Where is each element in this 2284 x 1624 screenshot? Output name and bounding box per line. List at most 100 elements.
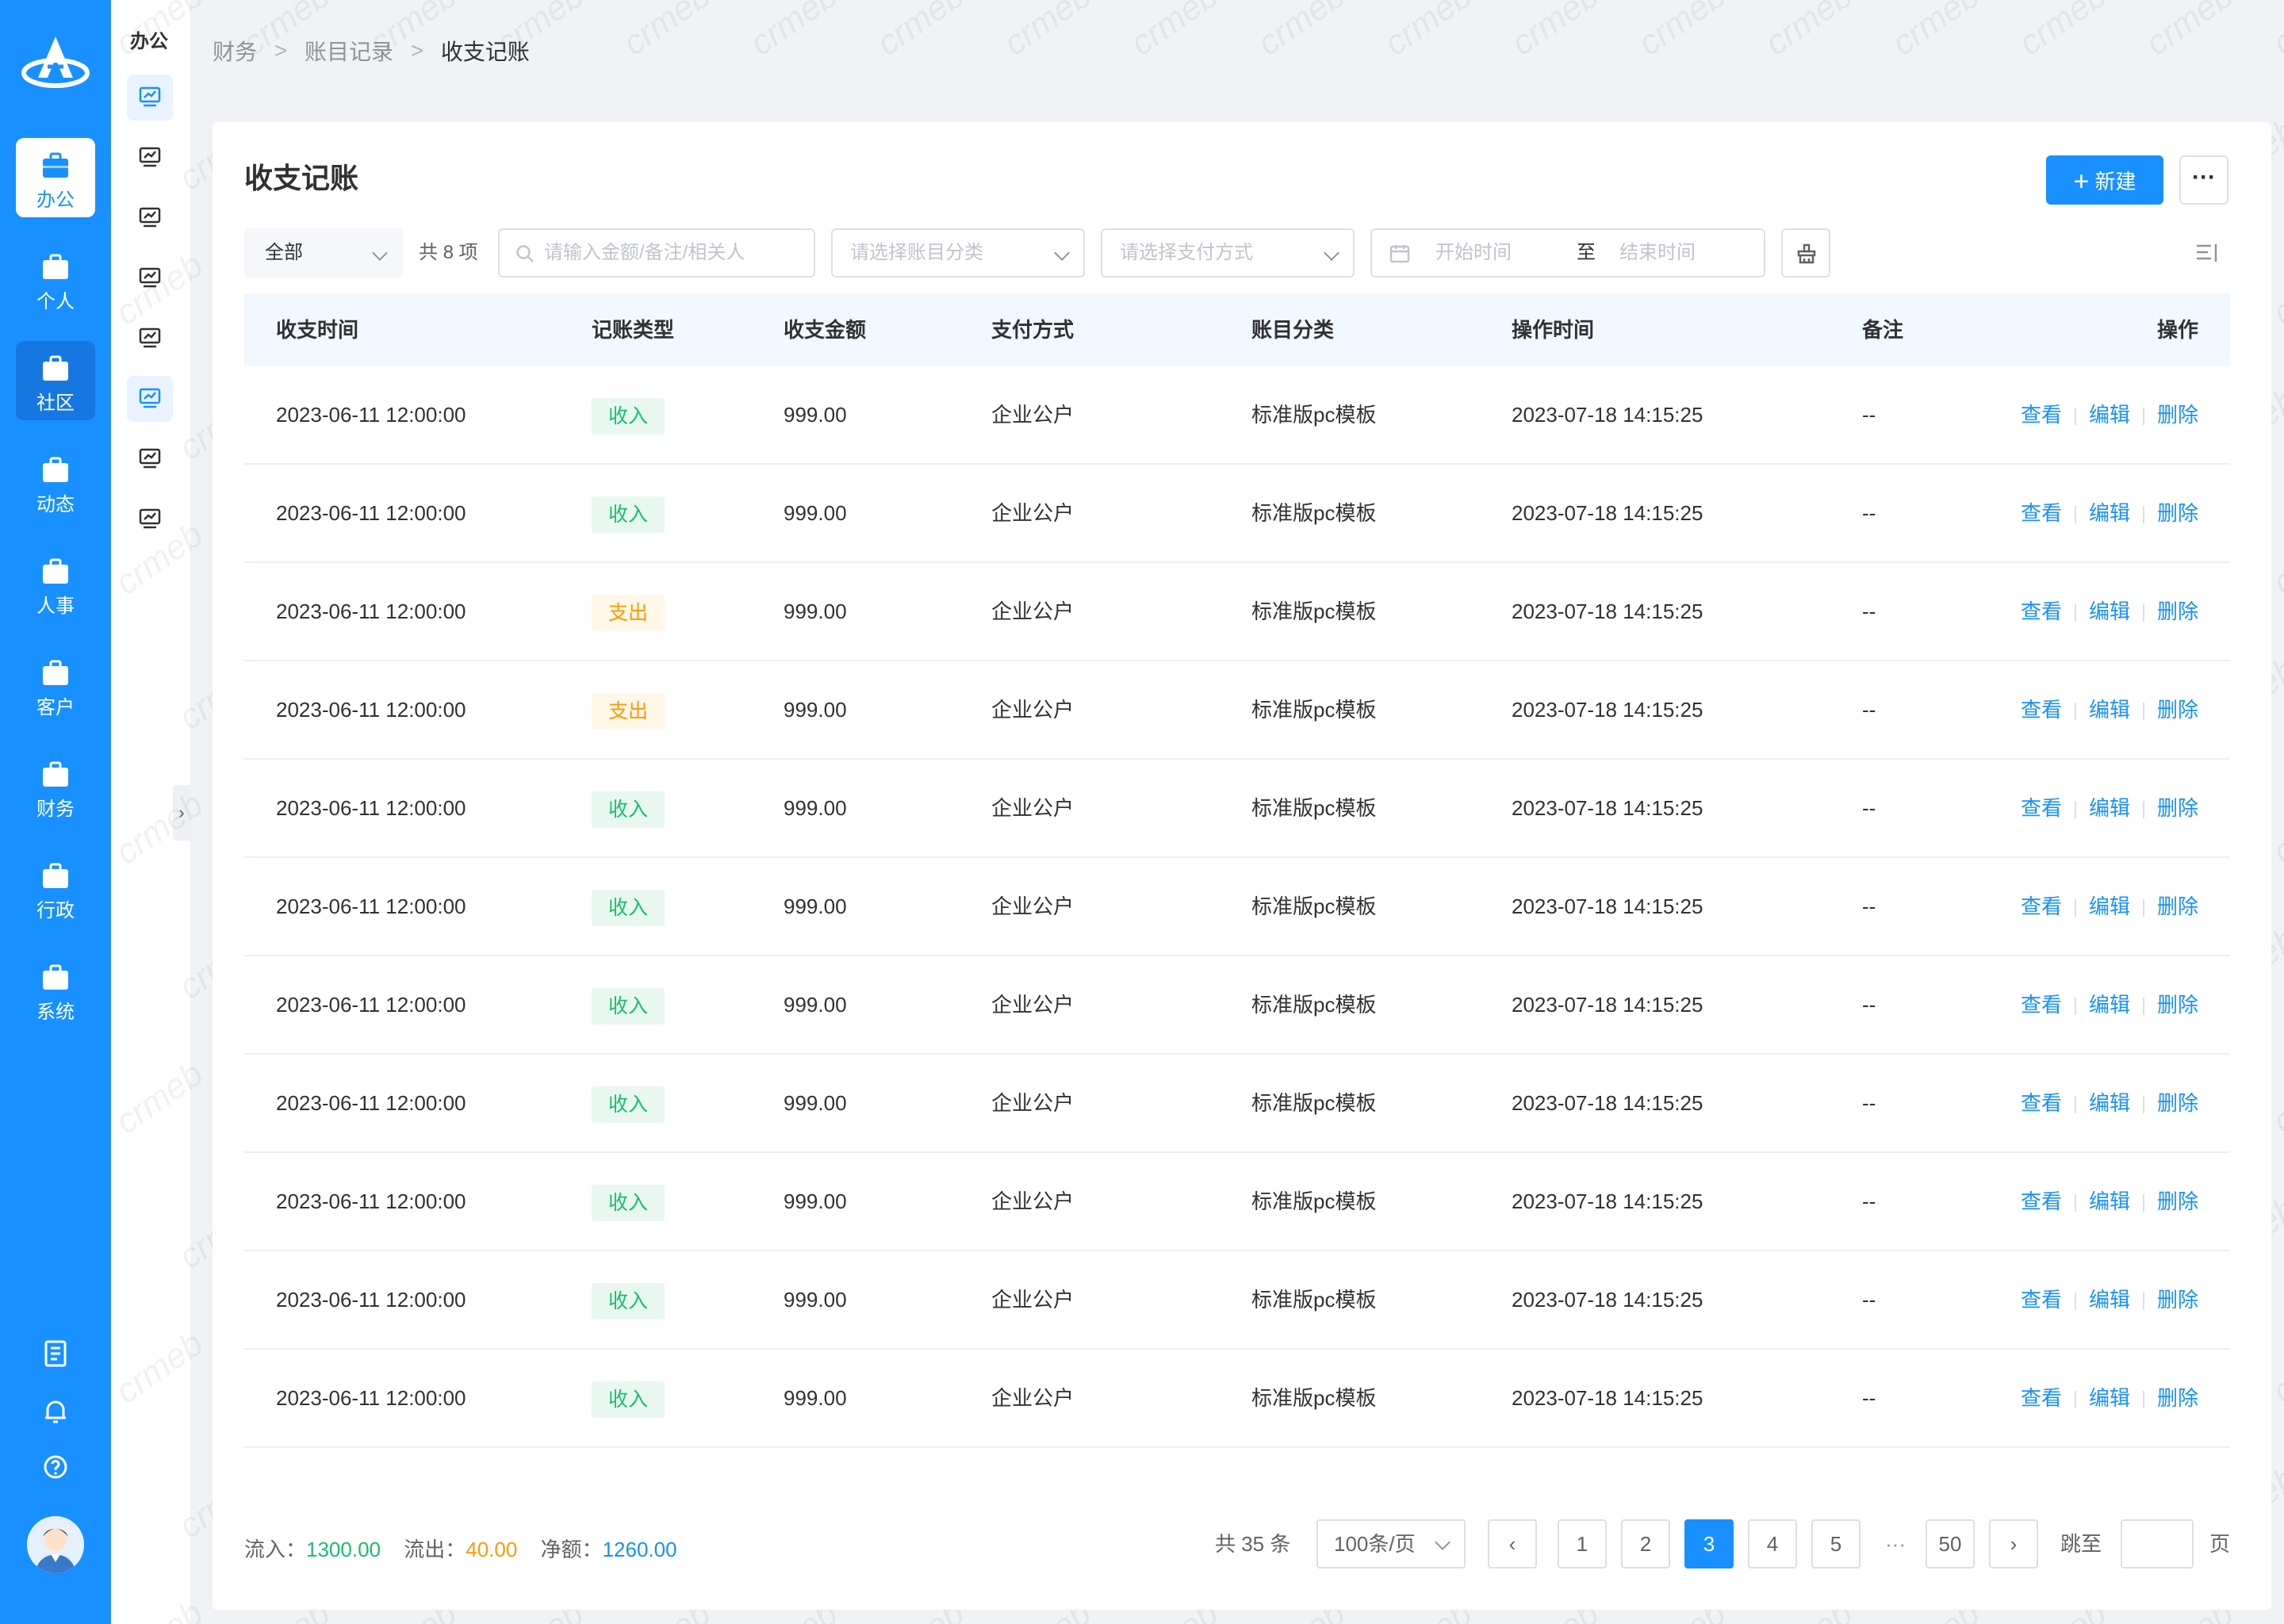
edit-link[interactable]: 编辑 [2089, 501, 2130, 525]
delete-link[interactable]: 删除 [2157, 698, 2198, 722]
next-page-button[interactable]: › [1989, 1519, 2038, 1568]
nav-item-4[interactable]: 人事 [16, 544, 95, 623]
delete-link[interactable]: 删除 [2157, 993, 2198, 1017]
table-row: 2023-06-11 12:00:00 支出 999.00 企业公户 标准版pc模板 20… [244, 661, 2230, 760]
row-actions: 查看 编辑 删除 [2021, 858, 2198, 955]
edit-link[interactable]: 编辑 [2089, 796, 2130, 820]
edit-link[interactable]: 编辑 [2089, 599, 2130, 623]
category-select[interactable]: 请选择账目分类 [831, 228, 1085, 278]
sub-menu-item[interactable] [127, 255, 173, 301]
header-op-time[interactable]: 操作时间 [1512, 293, 1594, 366]
view-link[interactable]: 查看 [2021, 796, 2062, 820]
payment-select[interactable]: 请选择支付方式 [1101, 228, 1355, 278]
page-number[interactable]: 1 [1558, 1519, 1607, 1568]
edit-link[interactable]: 编辑 [2089, 403, 2130, 427]
user-avatar[interactable] [27, 1516, 84, 1573]
edit-link[interactable]: 编辑 [2089, 1189, 2130, 1213]
nav-item-3[interactable]: 动态 [16, 442, 95, 522]
nav-item-8[interactable]: 系统 [16, 950, 95, 1029]
help-icon[interactable] [0, 1454, 111, 1484]
jump-page-input[interactable] [2121, 1519, 2194, 1568]
sub-menu-item[interactable] [127, 75, 173, 121]
delete-link[interactable]: 删除 [2157, 1386, 2198, 1410]
nav-item-7[interactable]: 行政 [16, 848, 95, 928]
view-link[interactable]: 查看 [2021, 599, 2062, 623]
sub-menu-item[interactable] [127, 316, 173, 362]
page-number[interactable]: 3 [1684, 1519, 1734, 1568]
view-link[interactable]: 查看 [2021, 1288, 2062, 1312]
prev-page-button[interactable]: ‹ [1488, 1519, 1537, 1568]
collapse-toggle[interactable]: › [173, 785, 190, 841]
view-link[interactable]: 查看 [2021, 403, 2062, 427]
edit-link[interactable]: 编辑 [2089, 1288, 2130, 1312]
type-select[interactable]: 全部 [244, 228, 403, 278]
more-button[interactable]: ··· [2179, 155, 2228, 205]
delete-link[interactable]: 删除 [2157, 796, 2198, 820]
delete-link[interactable]: 删除 [2157, 501, 2198, 525]
nav-item-label: 社区 [36, 393, 75, 414]
delete-link[interactable]: 删除 [2157, 403, 2198, 427]
sub-menu-item[interactable] [127, 496, 173, 542]
header-note[interactable]: 备注 [1862, 293, 1903, 366]
clear-filter-button[interactable] [1781, 228, 1830, 278]
view-link[interactable]: 查看 [2021, 501, 2062, 525]
delete-link[interactable]: 删除 [2157, 1189, 2198, 1213]
page-number[interactable]: 4 [1748, 1519, 1797, 1568]
page-number[interactable]: 2 [1621, 1519, 1670, 1568]
cell-op-time: 2023-07-18 14:15:25 [1512, 1288, 1703, 1312]
nav-item-1[interactable]: 个人 [16, 239, 95, 319]
breadcrumb-records[interactable]: 账目记录 [305, 40, 393, 64]
delete-link[interactable]: 删除 [2157, 1091, 2198, 1115]
chart-monitor-icon [139, 327, 161, 348]
view-link[interactable]: 查看 [2021, 894, 2062, 918]
sub-menu-item[interactable] [127, 195, 173, 241]
header-payment[interactable]: 支付方式 [991, 293, 1074, 366]
header-amount[interactable]: 收支金额 [784, 293, 866, 366]
nav-item-6[interactable]: 财务 [16, 747, 95, 826]
header-category[interactable]: 账目分类 [1251, 293, 1334, 366]
delete-link[interactable]: 删除 [2157, 1288, 2198, 1312]
sub-menu-item[interactable] [127, 436, 173, 482]
sub-menu-item[interactable] [127, 135, 173, 181]
header-time[interactable]: 收支时间 [276, 293, 358, 366]
header-type[interactable]: 记账类型 [592, 293, 674, 366]
view-link[interactable]: 查看 [2021, 1386, 2062, 1410]
delete-link[interactable]: 删除 [2157, 894, 2198, 918]
edit-link[interactable]: 编辑 [2089, 1091, 2130, 1115]
notebook-icon[interactable] [0, 1340, 111, 1371]
app-logo-icon[interactable] [21, 32, 90, 95]
view-link[interactable]: 查看 [2021, 993, 2062, 1017]
pagination-ellipsis[interactable]: ··· [1880, 1519, 1911, 1568]
nav-item-0[interactable]: 办公 [16, 138, 95, 217]
date-range-picker[interactable]: 开始时间 至 结束时间 [1370, 228, 1765, 278]
nav-item-5[interactable]: 客户 [16, 645, 95, 725]
view-link[interactable]: 查看 [2021, 1091, 2062, 1115]
briefcase-icon [43, 457, 68, 482]
edit-link[interactable]: 编辑 [2089, 1386, 2130, 1410]
page-size-select[interactable]: 100条/页 [1316, 1519, 1466, 1568]
page-number[interactable]: 5 [1811, 1519, 1861, 1568]
view-link[interactable]: 查看 [2021, 1189, 2062, 1213]
breadcrumb-current: 收支记账 [440, 40, 530, 64]
delete-link[interactable]: 删除 [2157, 599, 2198, 623]
breadcrumb-finance[interactable]: 财务 [213, 40, 257, 64]
search-input[interactable]: 请输入金额/备注/相关人 [498, 228, 815, 278]
edit-link[interactable]: 编辑 [2089, 993, 2130, 1017]
watermark-text: crmeb [1250, 0, 1352, 63]
edit-link[interactable]: 编辑 [2089, 894, 2130, 918]
new-button[interactable]: + 新建 [2046, 155, 2163, 205]
type-tag: 收入 [592, 791, 665, 828]
cell-payment: 企业公户 [991, 1386, 1075, 1410]
totals-summary: 流入：1300.00 流出：40.00 净额：1260.00 [244, 1534, 677, 1565]
cell-note: -- [1862, 993, 1876, 1017]
nav-item-2[interactable]: 社区 [16, 341, 95, 420]
view-link[interactable]: 查看 [2021, 698, 2062, 722]
sub-menu-item[interactable] [127, 376, 173, 422]
column-settings-icon[interactable] [2195, 243, 2219, 263]
cell-category: 标准版pc模板 [1251, 894, 1377, 918]
divider [2075, 801, 2077, 819]
edit-link[interactable]: 编辑 [2089, 698, 2130, 722]
bell-icon[interactable] [0, 1397, 111, 1428]
divider [2075, 1293, 2077, 1311]
page-last[interactable]: 50 [1926, 1519, 1975, 1568]
